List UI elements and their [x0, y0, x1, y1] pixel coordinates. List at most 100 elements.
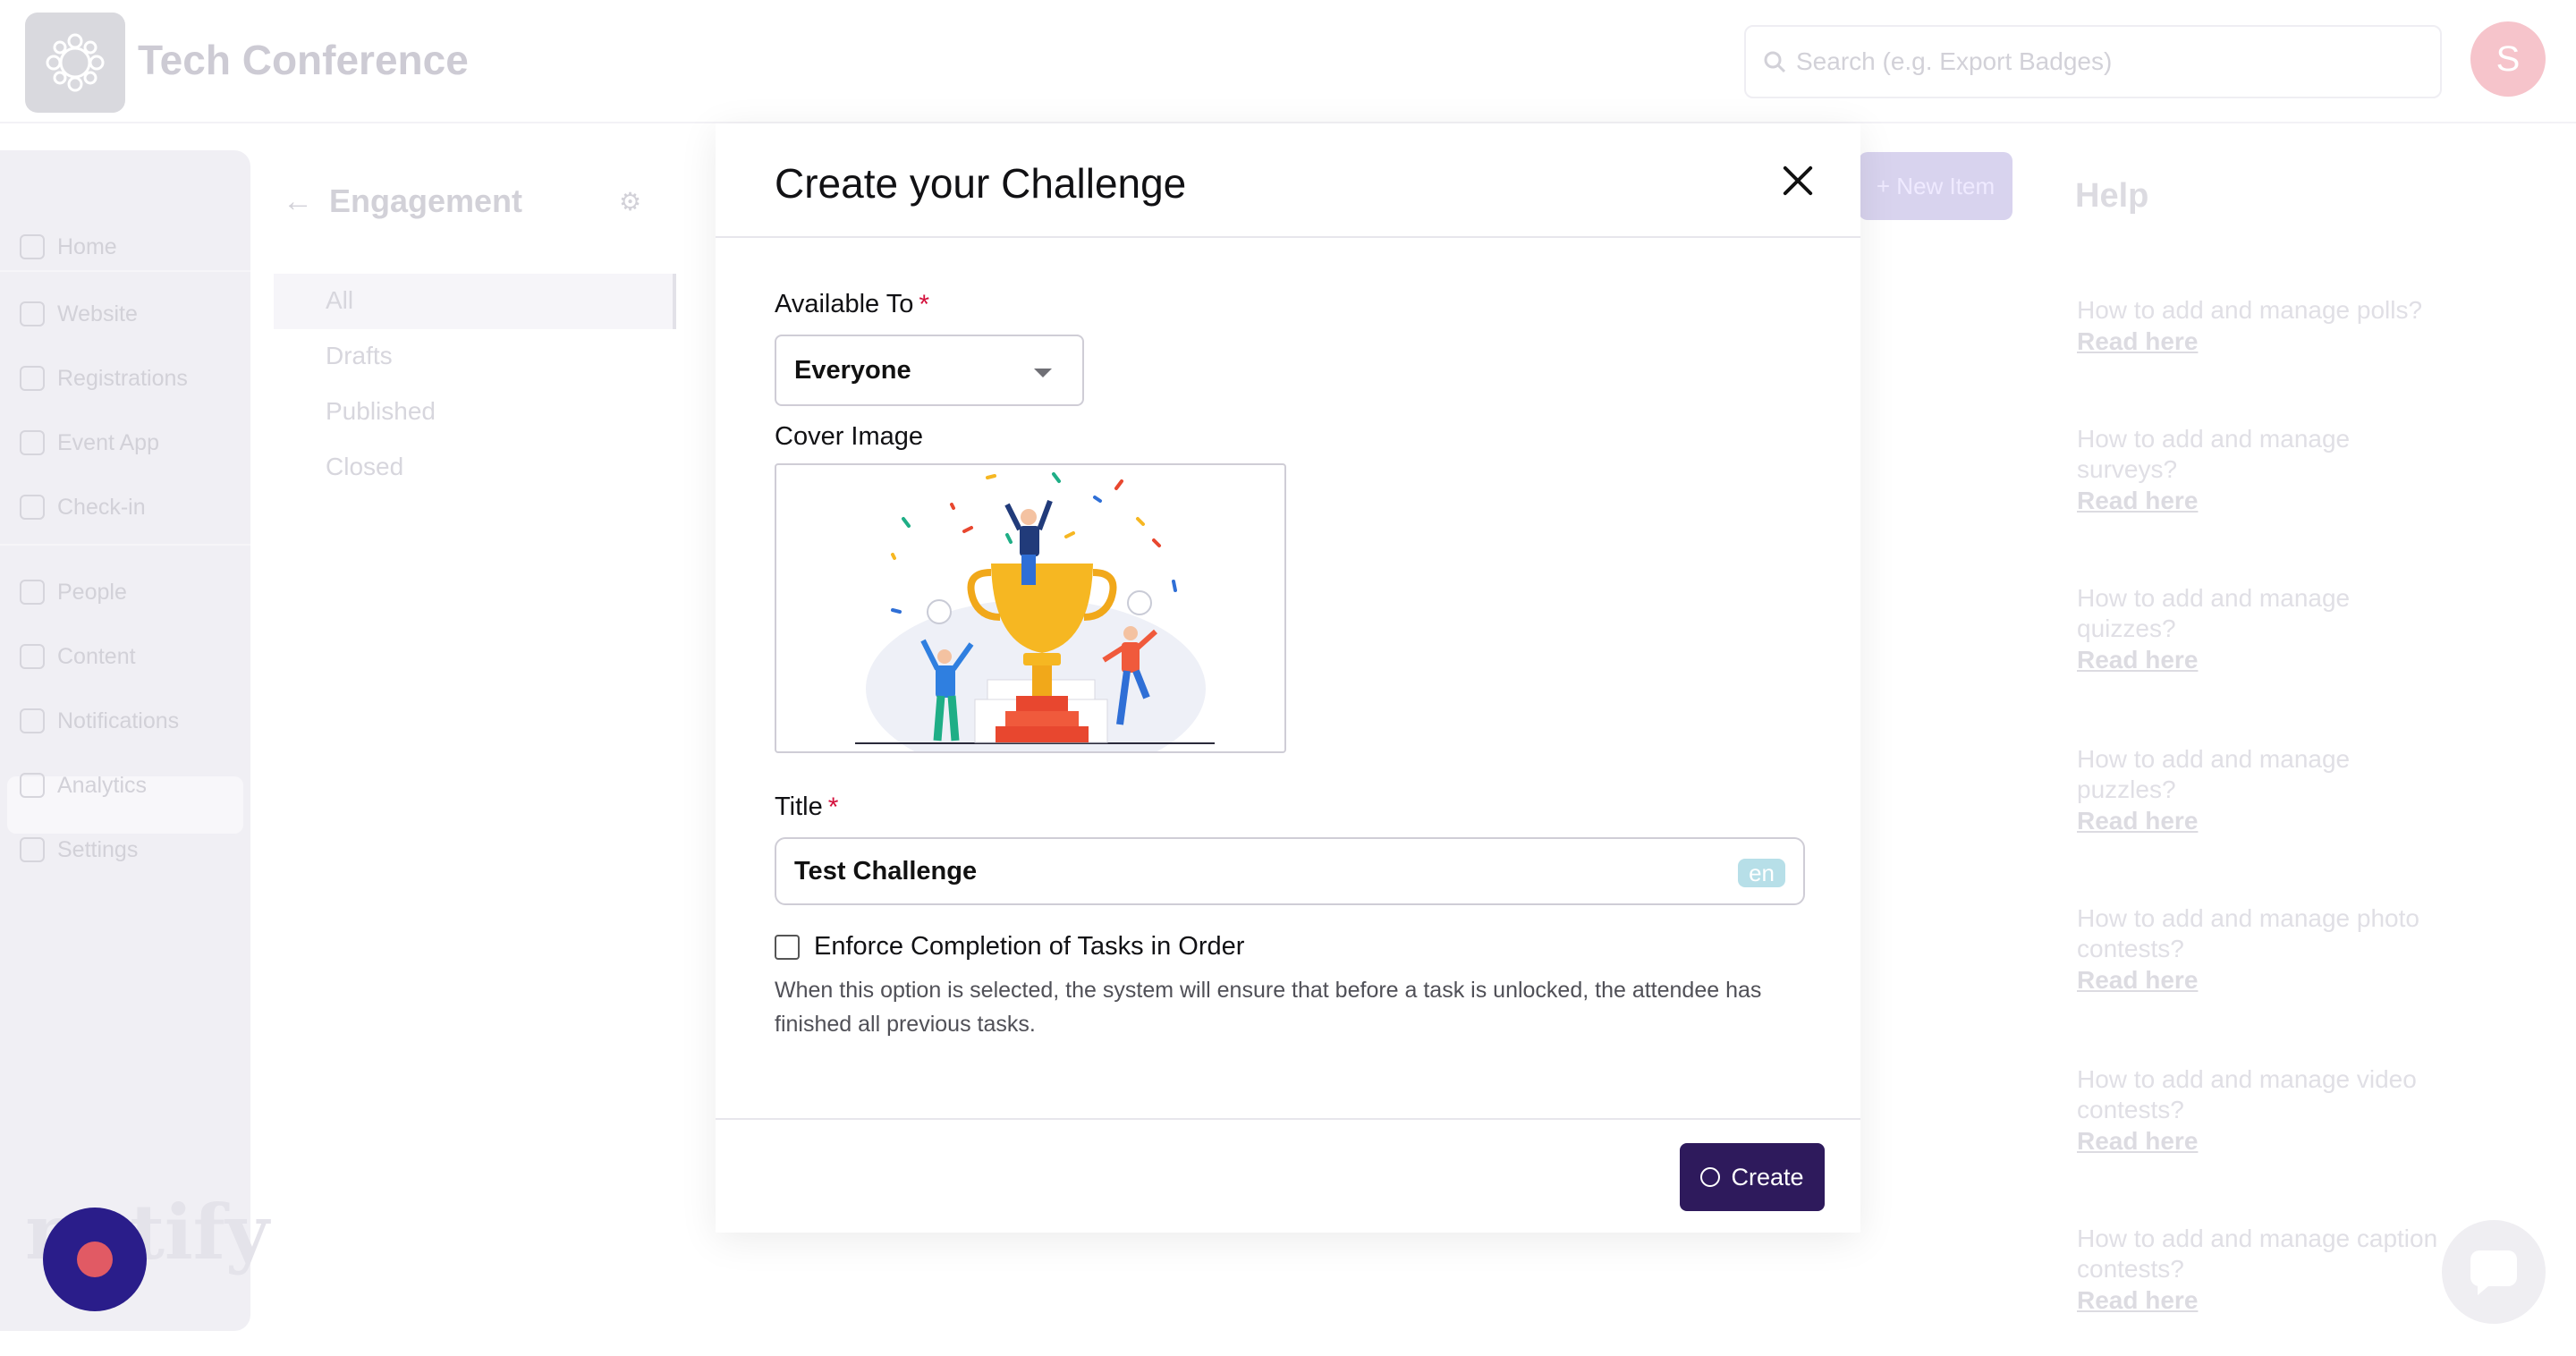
filter-all[interactable]: All — [326, 286, 353, 315]
record-fab-button[interactable] — [43, 1208, 147, 1311]
sidebar-item-content[interactable]: Content — [20, 639, 136, 674]
bell-icon — [20, 708, 45, 733]
tag-icon — [20, 366, 45, 391]
top-bar: Tech Conference Search (e.g. Export Badg… — [0, 0, 2576, 123]
help-question: How to add and manage quizzes? — [2077, 584, 2351, 642]
sidebar-item-people[interactable]: People — [20, 574, 127, 610]
gear-icon — [20, 837, 45, 862]
help-question: How to add and manage video contests? — [2077, 1065, 2417, 1123]
help-card: How to add and manage polls? Read here — [2077, 295, 2524, 356]
document-icon — [20, 644, 45, 669]
search-icon — [1764, 51, 1786, 73]
sidebar-item-website[interactable]: Website — [20, 296, 138, 332]
sidebar-item-label: Analytics — [57, 772, 148, 798]
sidebar-item-registrations[interactable]: Registrations — [20, 360, 188, 396]
phone-icon — [20, 430, 45, 455]
modal-footer-divider — [716, 1118, 1860, 1120]
filter-closed[interactable]: Closed — [326, 453, 403, 481]
sidebar-item-label: Content — [57, 643, 136, 669]
sidebar-item-label: Event App — [57, 429, 159, 455]
title-input-value: Test Challenge — [794, 856, 978, 886]
sidebar-item-label: Check-in — [57, 494, 146, 520]
read-here-link[interactable]: Read here — [2077, 1127, 2524, 1156]
search-input[interactable]: Search (e.g. Export Badges) — [1744, 25, 2442, 98]
monitor-icon — [20, 301, 45, 326]
trophy-illustration-icon — [855, 472, 1215, 751]
logo-icon — [46, 33, 105, 92]
engagement-header: ← Engagement ⚙ — [283, 182, 641, 220]
sidebar-item-event-app[interactable]: Event App — [20, 425, 159, 461]
sidebar-item-check-in[interactable]: Check-in — [20, 489, 146, 525]
gear-icon[interactable]: ⚙ — [619, 187, 641, 216]
sidebar-divider — [0, 270, 250, 272]
enforce-order-description: When this option is selected, the system… — [775, 978, 1762, 1037]
help-card: How to add and manage photo contests? Rea… — [2077, 903, 2524, 995]
help-question: How to add and manage puzzles? — [2077, 745, 2351, 803]
engagement-title: Engagement — [329, 182, 523, 219]
search-placeholder: Search (e.g. Export Badges) — [1796, 47, 2113, 75]
create-challenge-modal: Create your Challenge Available To * Ever… — [716, 123, 1860, 1233]
language-badge[interactable]: en — [1738, 859, 1785, 887]
create-button[interactable]: Create — [1680, 1143, 1825, 1211]
help-card: How to add and manage surveys? Read here — [2077, 424, 2524, 515]
chevron-down-icon — [1034, 369, 1052, 377]
event-logo[interactable] — [25, 13, 125, 113]
available-to-label-text: Available To — [775, 290, 914, 318]
chart-icon — [20, 773, 45, 798]
enforce-order-label[interactable]: Enforce Completion of Tasks in Order — [814, 932, 1244, 962]
read-here-link[interactable]: Read here — [2077, 966, 2524, 995]
close-icon[interactable] — [1780, 163, 1816, 199]
sidebar-item-label: Website — [57, 301, 138, 326]
enforce-order-checkbox[interactable] — [775, 934, 800, 960]
title-label-text: Title — [775, 792, 823, 821]
app-title: Tech Conference — [138, 37, 469, 83]
sidebar-item-notifications[interactable]: Notifications — [20, 703, 179, 739]
title-input[interactable]: Test Challenge en — [775, 837, 1805, 905]
home-icon — [20, 234, 45, 259]
sidebar-item-label: Settings — [57, 836, 139, 862]
help-question: How to add and manage polls? — [2077, 296, 2423, 324]
sidebar-item-label: Notifications — [57, 708, 180, 733]
filter-drafts[interactable]: Drafts — [326, 342, 393, 370]
filter-published[interactable]: Published — [326, 397, 436, 426]
sidebar-item-settings[interactable]: Settings — [20, 832, 138, 868]
required-marker: * — [827, 792, 839, 822]
available-to-value: Everyone — [794, 355, 911, 385]
chat-button[interactable] — [2442, 1220, 2546, 1324]
required-marker: * — [919, 290, 930, 319]
sidebar-item-home[interactable]: Home — [20, 229, 117, 265]
help-card: How to add and manage video contests? Rea… — [2077, 1064, 2524, 1156]
modal-header: Create your Challenge — [716, 123, 1860, 238]
available-to-label: Available To * — [775, 290, 929, 320]
sidebar-item-label: Home — [57, 233, 117, 259]
people-icon — [20, 580, 45, 605]
sidebar-item-label: People — [57, 579, 127, 605]
sidebar-item-analytics[interactable]: Analytics — [20, 767, 147, 803]
record-dot-icon — [77, 1242, 113, 1277]
help-card: How to add and manage puzzles? Read here — [2077, 744, 2524, 835]
spinner-icon — [1700, 1167, 1721, 1187]
back-arrow-icon[interactable]: ← — [283, 184, 313, 219]
create-button-label: Create — [1731, 1163, 1804, 1191]
read-here-link[interactable]: Read here — [2077, 327, 2524, 356]
help-panel: Help How to add and manage polls? Read he… — [2054, 157, 2537, 1329]
read-here-link[interactable]: Read here — [2077, 807, 2524, 835]
help-question: How to add and manage photo contests? — [2077, 904, 2419, 962]
available-to-select[interactable]: Everyone — [775, 335, 1084, 406]
sidebar-item-label: Registrations — [57, 365, 188, 391]
title-label: Title * — [775, 792, 838, 823]
avatar[interactable]: S — [2470, 21, 2546, 97]
enforce-order-option: Enforce Completion of Tasks in Order — [775, 932, 1244, 962]
help-title: Help — [2075, 177, 2149, 215]
engagement-panel: ← Engagement ⚙ All Drafts Published Clos… — [274, 157, 676, 1329]
read-here-link[interactable]: Read here — [2077, 487, 2524, 515]
help-question: How to add and manage caption contests? — [2077, 1225, 2438, 1283]
help-question: How to add and manage surveys? — [2077, 425, 2351, 483]
cover-image-label: Cover Image — [775, 422, 924, 451]
qr-icon — [20, 495, 45, 520]
chat-icon — [2470, 1250, 2517, 1295]
new-item-button[interactable]: + New Item — [1859, 152, 2012, 220]
sidebar-divider — [0, 544, 250, 546]
read-here-link[interactable]: Read here — [2077, 646, 2524, 674]
cover-image-picker[interactable] — [775, 463, 1286, 753]
